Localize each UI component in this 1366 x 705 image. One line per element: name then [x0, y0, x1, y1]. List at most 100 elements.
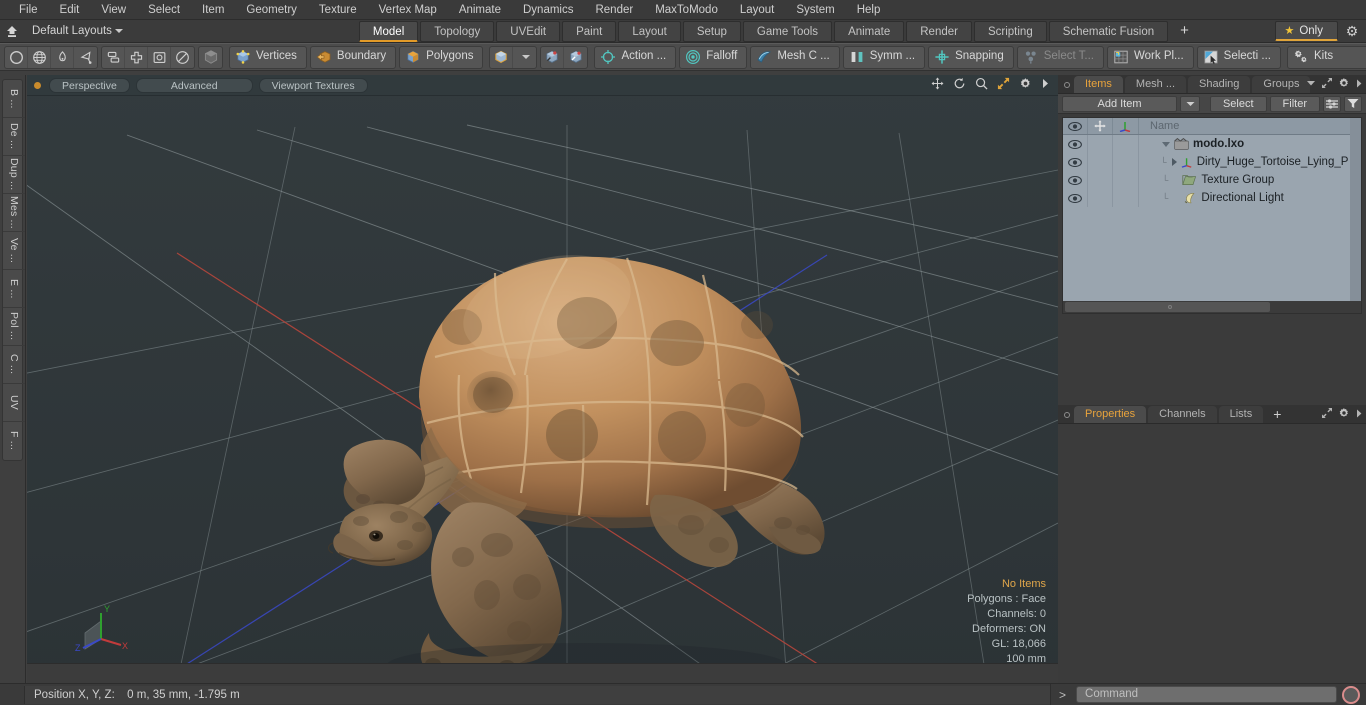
tab-uvedit[interactable]: UVEdit [496, 20, 561, 42]
kits-button[interactable]: Kits [1286, 45, 1366, 69]
panel-tab-mesh[interactable]: Mesh ... [1124, 76, 1187, 93]
tab-setup[interactable]: Setup [682, 20, 741, 42]
panel-tab-properties[interactable]: Properties [1074, 406, 1147, 423]
row-visibility-toggle[interactable] [1063, 189, 1088, 207]
tab-scripting[interactable]: Scripting [973, 20, 1047, 42]
tab-render[interactable]: Render [906, 20, 972, 42]
add-item-button[interactable]: Add Item [1062, 95, 1177, 112]
command-input[interactable]: Command [1076, 686, 1337, 703]
selection-mode-vertices[interactable]: Vertices [229, 45, 307, 69]
maximize-icon[interactable] [1321, 407, 1333, 422]
maximize-icon[interactable] [1321, 77, 1333, 92]
menu-item-animate[interactable]: Animate [448, 0, 512, 20]
stack-icon[interactable] [102, 46, 125, 68]
panel-tab-channels[interactable]: Channels [1148, 406, 1217, 423]
chevron-right-icon[interactable] [1355, 408, 1363, 422]
item-mode-caret[interactable] [513, 47, 536, 68]
chevron-right-icon[interactable] [1041, 77, 1050, 90]
item-tree[interactable]: Name modo.lxo └ Dirty_Huge_Tortoise_Lyin… [1062, 117, 1362, 314]
axis-gizmo[interactable]: Y X Z [73, 599, 135, 657]
chevron-right-icon[interactable] [1355, 78, 1363, 92]
funnel-icon[interactable] [1344, 95, 1362, 112]
viewport-advanced-button[interactable]: Advanced [135, 77, 253, 93]
panel-tab-shading[interactable]: Shading [1188, 76, 1251, 93]
left-tab-duplicate[interactable]: Dup ... [3, 156, 25, 194]
row-visibility-toggle[interactable] [1063, 153, 1088, 171]
gear-icon[interactable] [1338, 77, 1350, 92]
tab-animate[interactable]: Animate [834, 20, 905, 42]
sphere-wire-icon[interactable] [171, 47, 194, 68]
panel-tab-groups[interactable]: Groups [1252, 76, 1311, 93]
add-item-caret[interactable] [1180, 95, 1200, 112]
select-button[interactable]: Select [1209, 95, 1267, 112]
tab-schematic-fusion[interactable]: Schematic Fusion [1048, 20, 1169, 42]
tab-game-tools[interactable]: Game Tools [742, 20, 833, 42]
menu-item-dynamics[interactable]: Dynamics [512, 0, 584, 20]
table-row[interactable]: modo.lxo [1063, 135, 1361, 153]
chevron-down-icon[interactable] [1306, 78, 1316, 91]
cube-item-icon[interactable] [490, 46, 514, 68]
menu-item-system[interactable]: System [785, 0, 845, 20]
left-tab-edge[interactable]: E ... [3, 270, 25, 308]
mesh-constraint-button[interactable]: Mesh C ... [750, 45, 840, 69]
menu-item-select[interactable]: Select [137, 0, 191, 20]
table-row[interactable]: └ Dirty_Huge_Tortoise_Lying_P ... [1063, 153, 1361, 171]
work-plane-button[interactable]: Work Pl... [1107, 45, 1194, 69]
left-tab-curve[interactable]: C ... [3, 346, 25, 384]
snapping-button[interactable]: Snapping [928, 45, 1014, 69]
tab-model[interactable]: Model [358, 20, 419, 42]
center-icon[interactable] [125, 46, 148, 68]
viewport-perspective-button[interactable]: Perspective [49, 77, 130, 93]
filter-button[interactable]: Filter [1269, 95, 1320, 112]
symmetry-button[interactable]: Symm ... [842, 45, 926, 69]
gear-icon[interactable] [1338, 407, 1350, 422]
item-tree-vertical-scrollbar[interactable] [1350, 118, 1361, 303]
globe-icon[interactable] [28, 46, 51, 68]
menu-item-layout[interactable]: Layout [729, 0, 786, 20]
selection-mode-polygons[interactable]: Polygons [399, 45, 484, 69]
cube-snap-a-icon[interactable] [541, 46, 565, 68]
action-center-button[interactable]: Action ... [594, 45, 677, 69]
viewport-3d[interactable]: Perspective Advanced Viewport Textures Y… [27, 75, 1058, 683]
tab-layout[interactable]: Layout [618, 20, 681, 42]
menu-item-view[interactable]: View [90, 0, 137, 20]
table-row[interactable]: └ Directional Light [1063, 189, 1361, 207]
gear-icon[interactable]: ⚙ [1342, 21, 1362, 41]
gear-icon[interactable] [1019, 77, 1032, 90]
menu-item-item[interactable]: Item [191, 0, 235, 20]
expander-down-icon[interactable] [1162, 141, 1170, 147]
pan-icon[interactable] [931, 77, 944, 90]
selection-mode-boundary[interactable]: Boundary [309, 45, 397, 69]
zoom-icon[interactable] [975, 77, 988, 90]
menu-item-render[interactable]: Render [584, 0, 644, 20]
select-through-button[interactable]: Select T... [1016, 45, 1105, 69]
left-tab-basic[interactable]: B ... [3, 80, 25, 118]
panel-add-tab-button[interactable]: + [1265, 406, 1289, 423]
circle-icon[interactable] [5, 46, 28, 68]
left-tab-uv[interactable]: UV [3, 384, 25, 422]
left-tab-mesh-edit[interactable]: Mes ... [3, 194, 25, 232]
expander-right-icon[interactable] [1171, 158, 1177, 166]
row-visibility-toggle[interactable] [1063, 171, 1088, 189]
left-tab-fusion[interactable]: F ... [3, 422, 25, 460]
list-settings-icon[interactable] [1323, 95, 1341, 112]
cube-snap-b-icon[interactable] [564, 47, 587, 68]
item-tree-horizontal-scrollbar[interactable] [1063, 301, 1361, 313]
frame-icon[interactable] [148, 46, 171, 68]
row-visibility-toggle[interactable] [1063, 135, 1088, 153]
cube-dark-icon[interactable] [199, 47, 222, 68]
falloff-button[interactable]: Falloff [679, 45, 748, 69]
menu-item-file[interactable]: File [8, 0, 49, 20]
left-tab-vertex[interactable]: Ve ... [3, 232, 25, 270]
selection-sets-button[interactable]: Selecti ... [1196, 45, 1281, 69]
maximize-icon[interactable] [997, 77, 1010, 90]
layout-name-label[interactable]: Default Layouts [24, 25, 127, 37]
tab-topology[interactable]: Topology [420, 20, 495, 42]
left-tab-polygon[interactable]: Pol ... [3, 308, 25, 346]
viewport-textures-button[interactable]: Viewport Textures [258, 77, 368, 93]
panel-tab-lists[interactable]: Lists [1218, 406, 1264, 423]
rotate-icon[interactable] [953, 77, 966, 90]
only-toggle-button[interactable]: ★ Only [1275, 21, 1338, 41]
menu-item-maxtomodo[interactable]: MaxToModo [644, 0, 729, 20]
scrollbar-thumb[interactable] [1065, 302, 1270, 312]
